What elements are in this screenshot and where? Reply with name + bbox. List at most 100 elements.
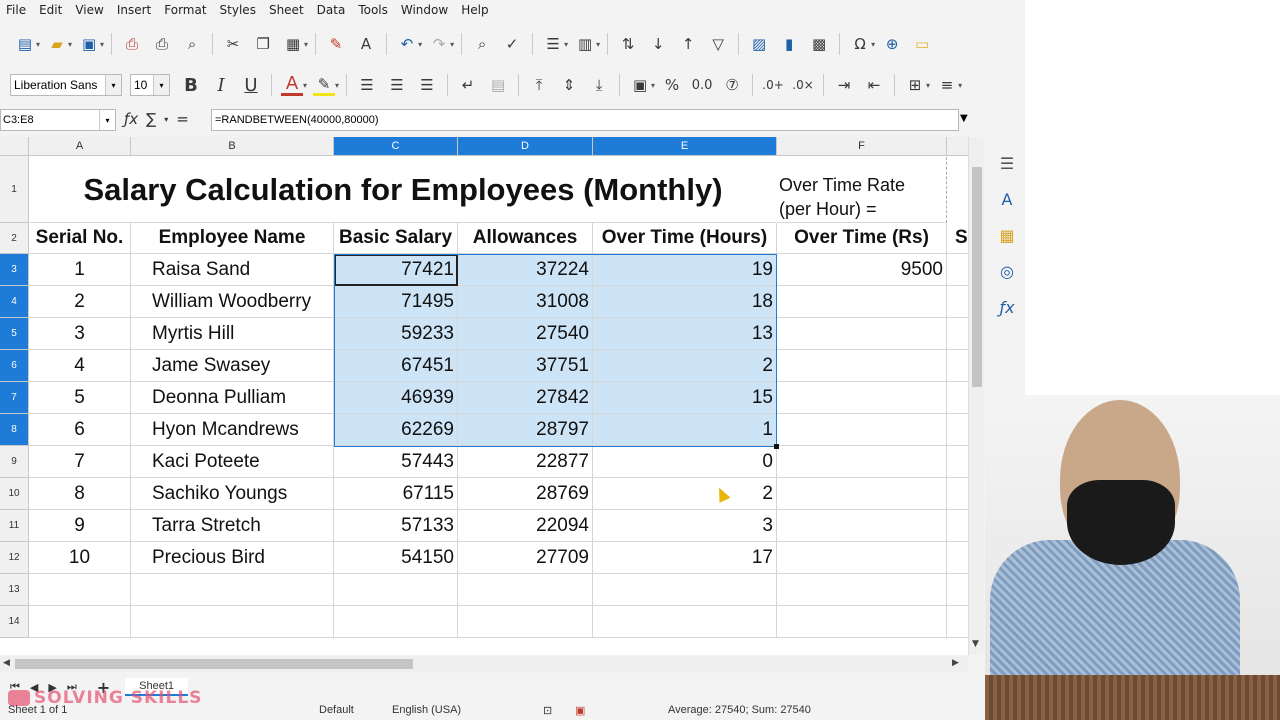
table-cell[interactable]: 57443: [334, 446, 458, 478]
table-cell[interactable]: 4: [29, 350, 131, 382]
cut-icon[interactable]: ✂: [222, 33, 244, 55]
highlight-dropdown-icon[interactable]: ▾: [335, 81, 339, 90]
gallery-icon[interactable]: ▦: [994, 222, 1020, 248]
table-cell[interactable]: [777, 318, 947, 350]
insert-image-icon[interactable]: ▨: [748, 33, 770, 55]
name-box[interactable]: C3:E8 ▾: [0, 109, 116, 131]
menu-data[interactable]: Data: [311, 3, 353, 17]
table-cell[interactable]: Sachiko Youngs: [131, 478, 334, 510]
menu-window[interactable]: Window: [395, 3, 455, 17]
bold-icon[interactable]: B: [180, 74, 202, 96]
insert-chart-icon[interactable]: ▮: [778, 33, 800, 55]
table-cell[interactable]: 5: [29, 382, 131, 414]
font-name-dropdown-icon[interactable]: ▾: [105, 75, 121, 95]
sum-icon[interactable]: ∑: [146, 110, 156, 128]
align-top-icon[interactable]: ⤒: [528, 74, 550, 96]
table-cell[interactable]: 22877: [458, 446, 593, 478]
comment-icon[interactable]: ▭: [911, 33, 933, 55]
table-cell[interactable]: Raisa Sand: [131, 254, 334, 286]
row-header[interactable]: 13: [0, 574, 29, 606]
export-pdf-icon[interactable]: ⎙: [121, 33, 143, 55]
table-cell[interactable]: 3: [593, 510, 777, 542]
table-cell[interactable]: 59233: [334, 318, 458, 350]
currency-format-icon[interactable]: ▣: [629, 74, 651, 96]
paste-icon[interactable]: ▦: [282, 33, 304, 55]
status-selection-summary[interactable]: Average: 27540; Sum: 27540: [668, 704, 811, 716]
pivot-table-icon[interactable]: ▩: [808, 33, 830, 55]
table-cell[interactable]: 10: [29, 542, 131, 574]
open-folder-icon[interactable]: ▰: [46, 33, 68, 55]
table-cell[interactable]: 71495: [334, 286, 458, 318]
borders-dropdown-icon[interactable]: ▾: [926, 81, 930, 90]
redo-icon[interactable]: ↷: [428, 33, 450, 55]
scroll-left-icon[interactable]: ◀: [3, 658, 10, 668]
save-icon[interactable]: ▣: [78, 33, 100, 55]
clone-formatting-icon[interactable]: ✎: [325, 33, 347, 55]
paste-dropdown-icon[interactable]: ▾: [304, 40, 308, 49]
table-cell[interactable]: 9: [29, 510, 131, 542]
row-header[interactable]: 2: [0, 223, 29, 254]
menu-help[interactable]: Help: [455, 3, 495, 17]
table-cell[interactable]: [777, 286, 947, 318]
wrap-text-icon[interactable]: ↵: [457, 74, 479, 96]
table-cell[interactable]: 62269: [334, 414, 458, 446]
overtime-rate-label[interactable]: Over Time Rate (per Hour) =: [777, 157, 947, 223]
column-header-e[interactable]: E: [593, 137, 777, 156]
fill-handle[interactable]: [774, 444, 779, 449]
align-bottom-icon[interactable]: ⤓: [588, 74, 610, 96]
column-title-cell[interactable]: Allowances: [458, 223, 593, 254]
table-cell[interactable]: [947, 318, 968, 350]
align-left-icon[interactable]: ☰: [356, 74, 378, 96]
empty-cell[interactable]: [458, 606, 593, 638]
date-format-icon[interactable]: ⑦: [721, 74, 743, 96]
column-title-cell[interactable]: S: [947, 223, 968, 254]
autofilter-icon[interactable]: ▽: [707, 33, 729, 55]
redo-dropdown-icon[interactable]: ▾: [450, 40, 454, 49]
menu-insert[interactable]: Insert: [111, 3, 158, 17]
delete-decimal-icon[interactable]: .0×: [792, 74, 814, 96]
row-header[interactable]: 12: [0, 542, 29, 574]
column-title-cell[interactable]: Employee Name: [131, 223, 334, 254]
table-cell[interactable]: 17: [593, 542, 777, 574]
table-cell[interactable]: [947, 510, 968, 542]
menu-file[interactable]: File: [0, 3, 33, 17]
table-cell[interactable]: 28769: [458, 478, 593, 510]
menu-tools[interactable]: Tools: [352, 3, 395, 17]
row-header[interactable]: 14: [0, 606, 29, 638]
row-header[interactable]: 10: [0, 478, 29, 510]
column-title-cell[interactable]: Over Time (Hours): [593, 223, 777, 254]
table-cell[interactable]: [777, 382, 947, 414]
find-replace-icon[interactable]: ⌕: [471, 33, 493, 55]
empty-cell[interactable]: [29, 606, 131, 638]
save-dropdown-icon[interactable]: ▾: [100, 40, 104, 49]
column-title-cell[interactable]: Serial No.: [29, 223, 131, 254]
table-cell[interactable]: 31008: [458, 286, 593, 318]
table-cell[interactable]: Precious Bird: [131, 542, 334, 574]
function-wizard-icon[interactable]: ƒx: [124, 110, 138, 128]
table-cell[interactable]: 1: [593, 414, 777, 446]
open-dropdown-icon[interactable]: ▾: [68, 40, 72, 49]
table-cell[interactable]: [947, 446, 968, 478]
styles-icon[interactable]: A: [994, 186, 1020, 212]
new-document-icon[interactable]: ▤: [14, 33, 36, 55]
menu-format[interactable]: Format: [158, 3, 213, 17]
scroll-right-icon[interactable]: ▶: [952, 658, 959, 668]
table-cell[interactable]: [947, 286, 968, 318]
print-preview-icon[interactable]: ⌕: [181, 33, 203, 55]
highlight-color-icon[interactable]: ✎: [313, 74, 336, 96]
row-header[interactable]: 9: [0, 446, 29, 478]
column-header-d[interactable]: D: [458, 137, 593, 156]
vertical-scrollbar[interactable]: ▼: [968, 137, 984, 655]
align-middle-icon[interactable]: ⇕: [558, 74, 580, 96]
row-header[interactable]: 6: [0, 350, 29, 382]
table-cell[interactable]: 6: [29, 414, 131, 446]
table-cell[interactable]: 7: [29, 446, 131, 478]
table-cell[interactable]: William Woodberry: [131, 286, 334, 318]
formula-input[interactable]: =RANDBETWEEN(40000,80000): [211, 109, 959, 131]
undo-dropdown-icon[interactable]: ▾: [418, 40, 422, 49]
table-cell[interactable]: [947, 478, 968, 510]
hyperlink-icon[interactable]: ⊕: [881, 33, 903, 55]
empty-cell[interactable]: [593, 574, 777, 606]
table-cell[interactable]: Myrtis Hill: [131, 318, 334, 350]
merge-cells-icon[interactable]: ▤: [487, 74, 509, 96]
